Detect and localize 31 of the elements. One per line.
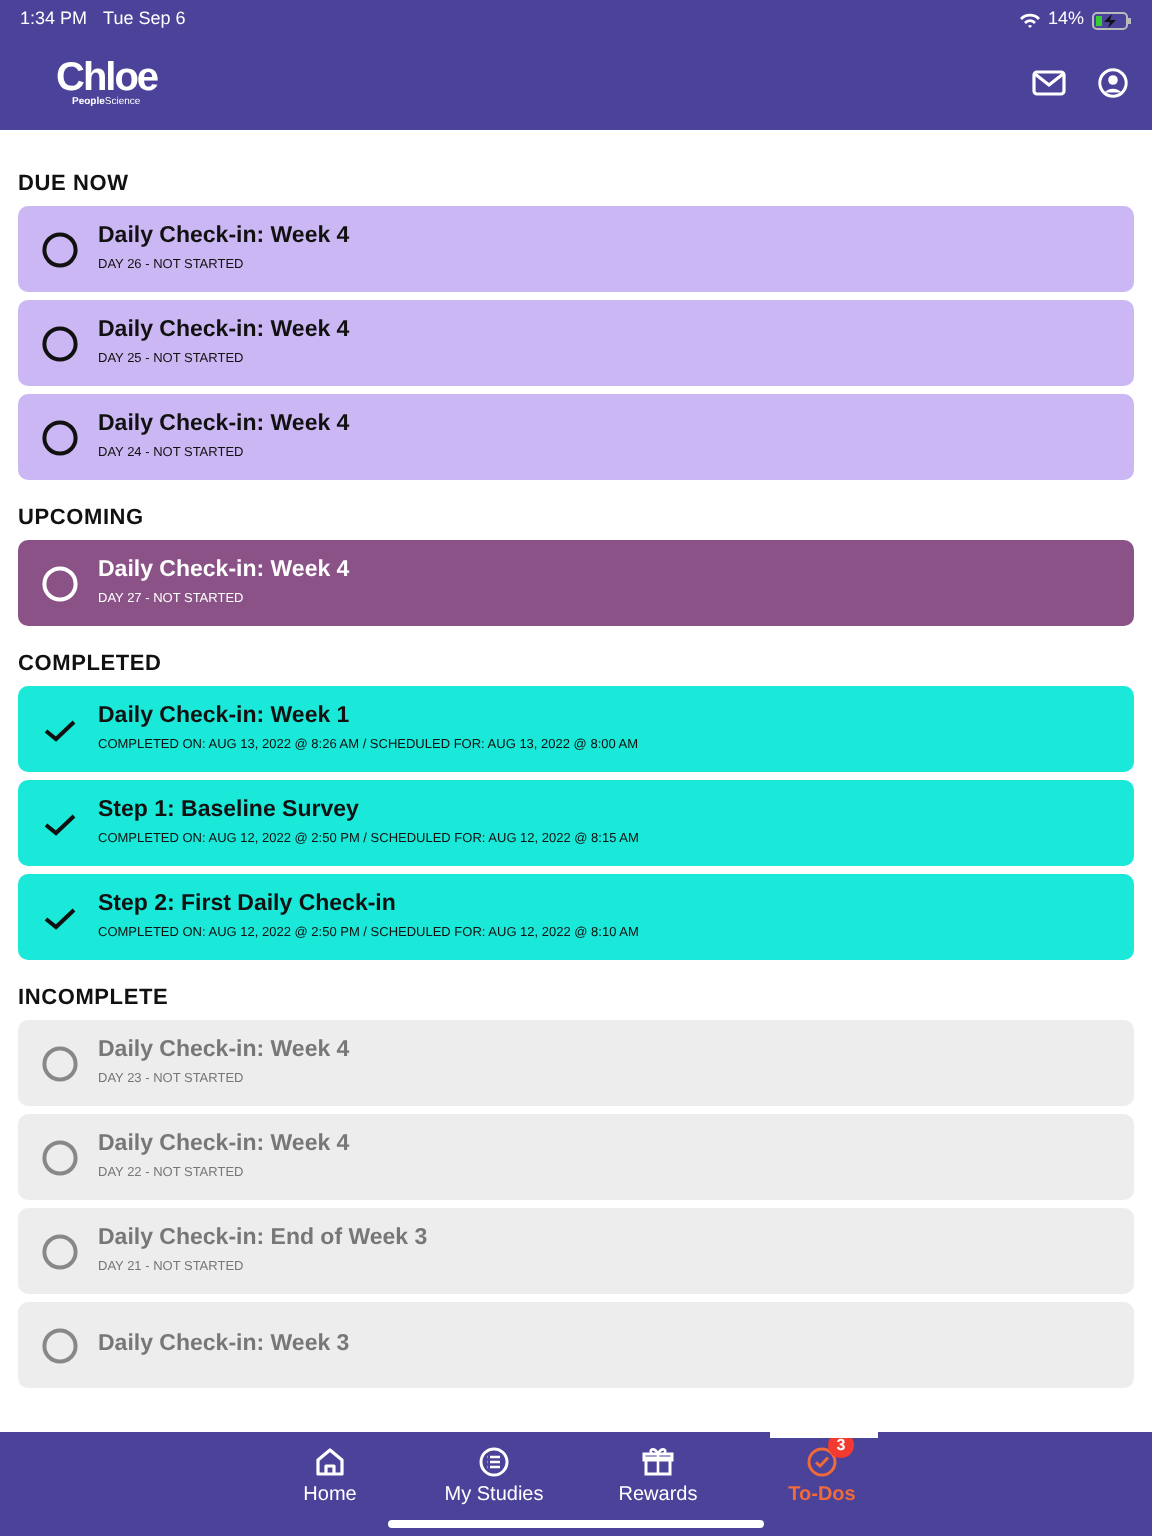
task-title: Daily Check-in: Week 4 bbox=[98, 224, 350, 252]
status-date: Tue Sep 6 bbox=[103, 6, 188, 33]
list-icon bbox=[476, 1444, 512, 1480]
task-title: Daily Check-in: Week 4 bbox=[98, 412, 350, 440]
task-title: Daily Check-in: Week 3 bbox=[98, 1331, 350, 1359]
task-title: Daily Check-in: Week 4 bbox=[98, 1132, 350, 1160]
profile-icon[interactable] bbox=[1098, 68, 1128, 98]
task-title: Daily Check-in: End of Week 3 bbox=[98, 1226, 428, 1254]
section-heading: COMPLETED bbox=[18, 650, 164, 680]
section-heading: DUE NOW bbox=[18, 170, 131, 200]
task-title: Daily Check-in: Week 4 bbox=[98, 318, 350, 346]
check-circle-icon bbox=[804, 1444, 840, 1480]
mail-icon[interactable] bbox=[1032, 70, 1066, 96]
tab-button[interactable]: Rewards bbox=[576, 1432, 740, 1536]
gift-icon bbox=[640, 1444, 676, 1480]
battery-icon bbox=[1092, 11, 1132, 29]
task-title: Daily Check-in: Week 1 bbox=[98, 704, 352, 732]
tab-button[interactable]: Home bbox=[248, 1432, 412, 1536]
task-title: Daily Check-in: Week 4 bbox=[98, 1038, 350, 1066]
wifi-icon bbox=[1019, 12, 1040, 28]
section-heading: UPCOMING bbox=[18, 504, 146, 534]
battery-percent: 14% bbox=[1047, 6, 1084, 33]
task-title: Step 1: Baseline Survey bbox=[98, 798, 361, 826]
status-time: 1:34 PM bbox=[20, 6, 88, 33]
home-icon bbox=[312, 1444, 348, 1480]
section-heading: INCOMPLETE bbox=[18, 984, 171, 1014]
task-card[interactable]: Daily Check-in: Week 3 bbox=[18, 1302, 1134, 1388]
tab-button[interactable]: My Studies bbox=[412, 1432, 576, 1536]
task-title: Daily Check-in: Week 4 bbox=[98, 558, 350, 586]
task-title: Step 2: First Daily Check-in bbox=[98, 892, 398, 920]
logo-text: Chloe bbox=[56, 58, 158, 98]
